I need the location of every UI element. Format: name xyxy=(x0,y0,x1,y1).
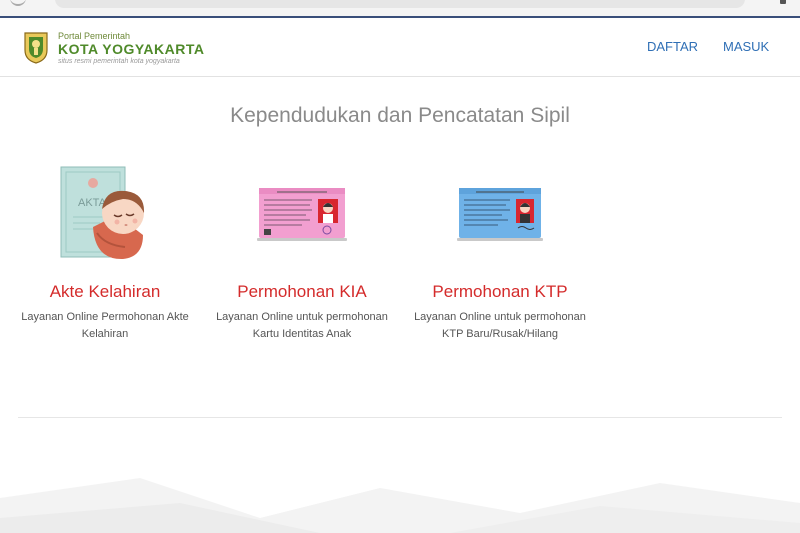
akta-doc-label: AKTA xyxy=(78,197,107,209)
browser-back-icon[interactable] xyxy=(10,0,26,6)
kia-card-icon xyxy=(257,188,347,241)
service-card-ktp[interactable]: Permohonan KTP Layanan Online untuk perm… xyxy=(400,165,600,342)
site-header: Portal Pemerintah KOTA YOGYAKARTA situs … xyxy=(0,18,800,77)
logo-tagline: situs resmi pemerintah kota yogyakarta xyxy=(58,58,180,65)
service-card-akte[interactable]: AKTA Akte Kelahiran Layanan Online Permo… xyxy=(5,165,205,342)
birth-certificate-baby-icon: AKTA xyxy=(60,166,145,260)
browser-toolbar xyxy=(0,0,800,16)
daftar-link[interactable]: DAFTAR xyxy=(647,39,698,54)
logo-title: KOTA YOGYAKARTA xyxy=(58,41,205,57)
card-description: Layanan Online untuk permohonan KTP Baru… xyxy=(414,311,586,340)
card-title[interactable]: Permohonan KIA xyxy=(202,282,402,302)
page-title: Kependudukan dan Pencatatan Sipil xyxy=(230,104,570,127)
logo-subtitle: Portal Pemerintah xyxy=(58,31,131,41)
city-emblem-icon[interactable] xyxy=(22,30,50,64)
browser-menu-icon[interactable] xyxy=(780,0,786,4)
site-logo[interactable]: Portal Pemerintah KOTA YOGYAKARTA situs … xyxy=(58,31,204,66)
card-title[interactable]: Akte Kelahiran xyxy=(5,282,205,302)
card-title[interactable]: Permohonan KTP xyxy=(400,282,600,302)
section-divider xyxy=(18,417,782,418)
card-description: Layanan Online untuk permohonan Kartu Id… xyxy=(216,311,388,340)
ktp-card-icon xyxy=(457,188,543,241)
background-pattern xyxy=(0,478,800,533)
address-bar[interactable] xyxy=(55,0,745,8)
service-card-kia[interactable]: Permohonan KIA Layanan Online untuk perm… xyxy=(202,165,402,342)
card-description: Layanan Online Permohonan Akte Kelahiran xyxy=(21,311,189,340)
masuk-link[interactable]: MASUK xyxy=(723,39,769,54)
